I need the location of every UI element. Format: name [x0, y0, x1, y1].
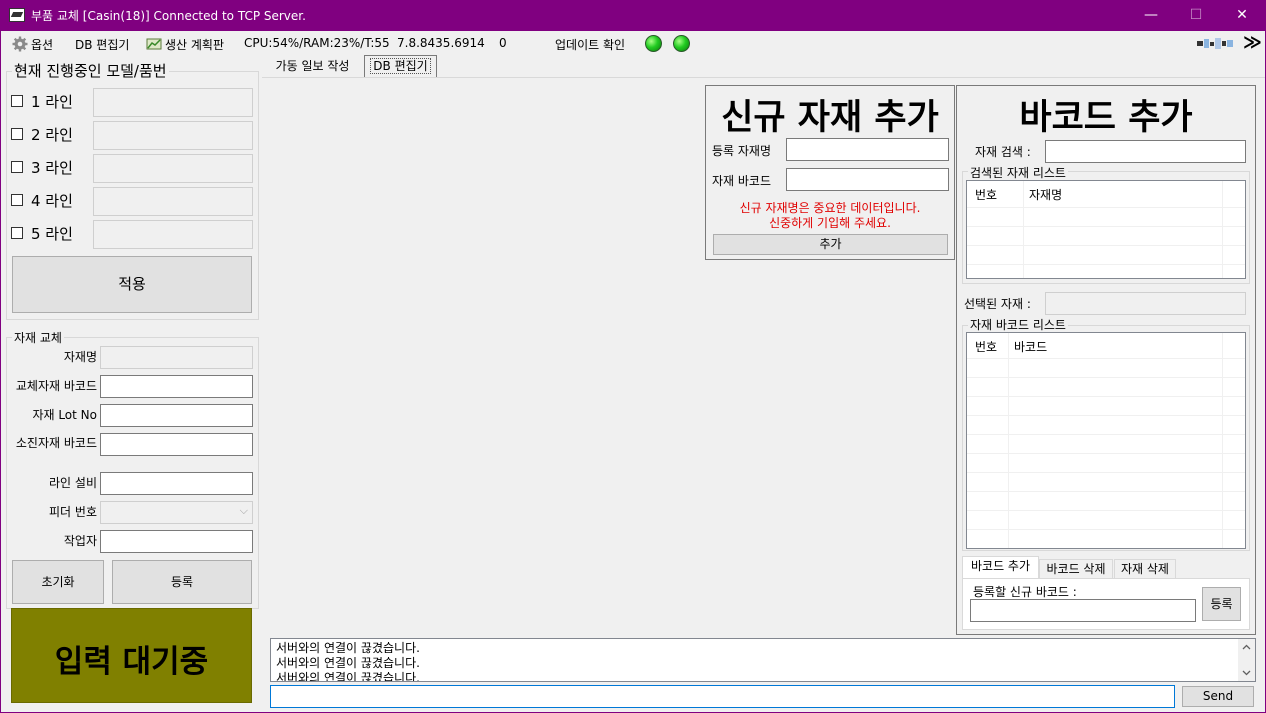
barcode-register-button[interactable]: 등록	[1202, 587, 1241, 621]
menu-overflow-icon[interactable]: ≫	[1243, 32, 1262, 53]
material-barcode-list[interactable]: 번호 바코드	[966, 332, 1246, 549]
lot-no-label: 자재 Lot No	[32, 408, 97, 422]
barcode-add-title: 바코드 추가	[1019, 98, 1193, 138]
new-material-name-label: 등록 자재명	[712, 144, 772, 158]
message-input[interactable]	[270, 685, 1175, 708]
window-border-left	[0, 31, 1, 713]
window-title: 부품 교체 [Casin(18)] Connected to TCP Serve…	[31, 9, 306, 23]
material-swap-group-title: 자재 교체	[12, 329, 64, 346]
version-label: 7.8.8435.6914	[397, 36, 485, 50]
line-5-model-field	[93, 220, 253, 249]
line-4-model-field	[93, 187, 253, 216]
material-search-input[interactable]	[1045, 140, 1246, 163]
line-3-checkbox[interactable]	[11, 161, 23, 173]
new-material-title: 신규 자재 추가	[721, 98, 939, 138]
tab-strip-border	[262, 77, 1265, 78]
menu-db-editor[interactable]: DB 편집기	[75, 36, 129, 53]
send-button[interactable]: Send	[1182, 686, 1254, 707]
line-1-model-field	[93, 88, 253, 117]
menu-bar: 옵션 DB 편집기 생산 계획판 CPU:54%/RAM:23%/T:55 7.…	[1, 31, 1265, 55]
network-indicator-icon	[1197, 38, 1233, 49]
feeder-no-label: 피더 번호	[49, 505, 97, 519]
new-material-barcode-label: 자재 바코드	[712, 174, 772, 188]
line-equipment-label: 라인 설비	[49, 476, 97, 490]
material-barcode-group-title: 자재 바코드 리스트	[968, 316, 1068, 333]
menu-production-plan[interactable]: 생산 계획판	[165, 36, 224, 53]
status-banner: 입력 대기중	[11, 608, 252, 703]
found-material-list[interactable]: 번호 자재명	[966, 180, 1246, 279]
swap-barcode-label: 교체자재 바코드	[15, 379, 97, 393]
new-material-warning-line2: 신중하게 기입해 주세요.	[769, 216, 891, 230]
plan-board-icon[interactable]	[146, 37, 162, 51]
line-2-model-field	[93, 121, 253, 150]
scroll-up-icon[interactable]	[1242, 644, 1251, 650]
minimize-button[interactable]: —	[1128, 0, 1174, 31]
log-line: 서버와의 연결이 끊겼습니다.	[276, 641, 420, 655]
worker-input[interactable]	[100, 530, 253, 553]
worker-label: 작업자	[63, 534, 97, 548]
system-stats: CPU:54%/RAM:23%/T:55	[244, 36, 390, 50]
title-bar: 부품 교체 [Casin(18)] Connected to TCP Serve…	[0, 0, 1266, 31]
tab-barcode-add[interactable]: 바코드 추가	[962, 556, 1039, 579]
found-list-header-number[interactable]: 번호	[975, 186, 997, 203]
used-barcode-label: 소진자재 바코드	[15, 436, 97, 450]
log-line: 서버와의 연결이 끊겼습니다.	[276, 671, 420, 682]
tab-operation-report[interactable]: 가동 일보 작성	[265, 55, 360, 77]
log-line: 서버와의 연결이 끊겼습니다.	[276, 656, 420, 670]
new-barcode-input[interactable]	[970, 599, 1196, 622]
new-material-barcode-input[interactable]	[786, 168, 949, 191]
feeder-no-select[interactable]: ⌵	[100, 501, 253, 524]
scroll-down-icon[interactable]	[1242, 670, 1251, 676]
line-3-label: 3 라인	[31, 159, 73, 177]
maximize-button[interactable]: ☐	[1173, 0, 1219, 31]
chevron-down-icon: ⌵	[239, 504, 248, 517]
gear-icon[interactable]	[12, 36, 28, 52]
log-textarea[interactable]: 서버와의 연결이 끊겼습니다. 서버와의 연결이 끊겼습니다. 서버와의 연결이…	[270, 638, 1256, 682]
barcode-list-header-barcode[interactable]: 바코드	[1014, 338, 1047, 355]
line-2-checkbox[interactable]	[11, 128, 23, 140]
lot-no-input[interactable]	[100, 404, 253, 427]
line-2-label: 2 라인	[31, 126, 73, 144]
close-button[interactable]: ✕	[1219, 0, 1265, 31]
line-1-checkbox[interactable]	[11, 95, 23, 107]
counter-label: 0	[499, 36, 507, 50]
material-search-label: 자재 검색 :	[975, 145, 1031, 159]
found-list-header-name[interactable]: 자재명	[1029, 186, 1062, 203]
line-5-label: 5 라인	[31, 225, 73, 243]
menu-update-check[interactable]: 업데이트 확인	[555, 36, 625, 53]
new-barcode-label: 등록할 신규 바코드 :	[973, 585, 1077, 599]
line-1-label: 1 라인	[31, 93, 73, 111]
apply-button[interactable]: 적용	[12, 256, 252, 313]
line-5-checkbox[interactable]	[11, 227, 23, 239]
line-equipment-input[interactable]	[100, 472, 253, 495]
tab-db-editor-label: DB 편집기	[370, 58, 431, 74]
status-banner-text: 입력 대기중	[54, 644, 209, 680]
line-3-model-field	[93, 154, 253, 183]
material-name-field	[100, 346, 253, 369]
app-icon	[9, 8, 25, 22]
status-led-2	[673, 35, 690, 52]
new-material-add-button[interactable]: 추가	[713, 234, 948, 255]
current-model-group-title: 현재 진행중인 모델/품번	[12, 60, 169, 81]
swap-barcode-input[interactable]	[100, 375, 253, 398]
found-material-group-title: 검색된 자재 리스트	[968, 164, 1068, 181]
log-scrollbar[interactable]	[1238, 639, 1255, 681]
menu-options[interactable]: 옵션	[31, 36, 53, 53]
line-4-checkbox[interactable]	[11, 194, 23, 206]
material-name-label: 자재명	[63, 350, 97, 364]
used-barcode-input[interactable]	[100, 433, 253, 456]
line-4-label: 4 라인	[31, 192, 73, 210]
barcode-list-header-number[interactable]: 번호	[975, 338, 997, 355]
status-led-1	[645, 35, 662, 52]
selected-material-field	[1045, 292, 1246, 315]
tab-db-editor[interactable]: DB 편집기	[364, 55, 437, 78]
tab-material-delete[interactable]: 자재 삭제	[1114, 559, 1176, 579]
tab-barcode-delete[interactable]: 바코드 삭제	[1039, 559, 1113, 579]
swap-register-button[interactable]: 등록	[112, 560, 252, 604]
new-material-name-input[interactable]	[786, 138, 949, 161]
selected-material-label: 선택된 자재 :	[964, 297, 1031, 311]
reset-button[interactable]: 초기화	[12, 560, 104, 604]
